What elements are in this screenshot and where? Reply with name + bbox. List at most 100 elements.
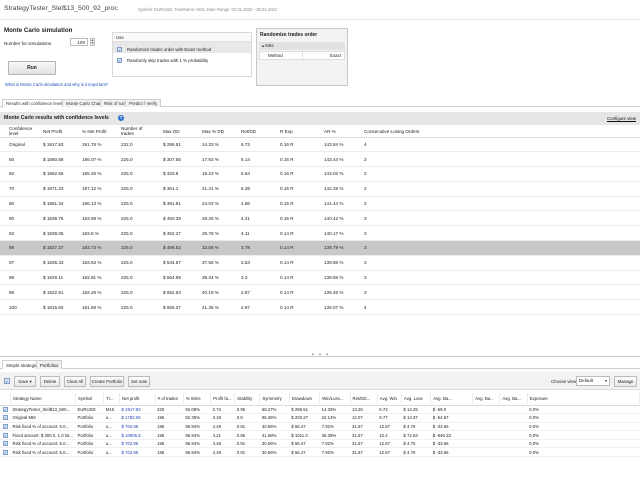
results-row[interactable]: 70 $ 1871.23 187.12 % 225.0 $ 361.1 21.31 % 6.… — [0, 181, 640, 197]
results-cell: 4 — [355, 299, 640, 316]
strategy-cell: 96.94% — [183, 430, 211, 440]
randomize-panel: Randomize trades order ▴ Misc Method Exa… — [256, 28, 348, 86]
results-row[interactable]: 97 $ 1836.33 183.63 % 225.0 $ 544.67 37.56 % 3… — [0, 255, 640, 271]
row-checkbox-cell[interactable]: ✓ — [0, 439, 11, 449]
results-cell: 140.42 % — [315, 210, 355, 227]
results-row[interactable]: 92 $ 1838.05 183.8 % 225.0 $ 462.27 29.78 % 4.… — [0, 225, 640, 242]
strategies-column-header[interactable]: Ret/DD... — [350, 393, 378, 406]
checkbox-icon[interactable]: ✓ — [117, 46, 122, 52]
results-column-header[interactable]: % Net Profit — [73, 126, 112, 138]
checkbox-icon[interactable]: ✓ — [3, 406, 8, 412]
results-column-header[interactable]: Consecutive Losing Orders — [355, 126, 640, 138]
row-checkbox-cell[interactable]: ✓ — [0, 413, 11, 423]
results-column-header[interactable]: Max % DD — [193, 126, 232, 138]
strategies-column-header[interactable]: Symmetry — [259, 393, 290, 406]
results-column-header[interactable]: Net Profit — [34, 126, 73, 138]
strategies-column-header[interactable]: Ti... — [103, 393, 120, 406]
strategies-column-header[interactable]: Net profit — [119, 393, 156, 406]
strategies-column-header[interactable]: Strategy Name — [10, 393, 76, 406]
num-simulations-input[interactable]: 100 — [70, 38, 88, 46]
strategy-row[interactable]: ✓ Risk fixed % of account: 5.0... Portfoli… — [0, 422, 640, 432]
checkbox-icon[interactable]: ✓ — [3, 423, 8, 429]
tab-predict-verify[interactable]: Predict / Verify — [125, 99, 162, 107]
num-simulations-spinner[interactable]: ▲ ▼ — [90, 38, 95, 46]
strategy-cell: 196 — [155, 422, 184, 432]
results-cell: $ 1822.91 — [34, 284, 73, 301]
strategies-column-header[interactable]: Avg. Ba... — [499, 393, 528, 406]
strategy-cell: 41.68% — [259, 430, 290, 440]
strategy-row[interactable]: ✓ Original MM Portfolio u... $ 1782.06 196 92.… — [0, 413, 640, 423]
choose-view-select[interactable]: Default ▾ — [576, 376, 610, 386]
property-value[interactable]: Exact — [330, 52, 341, 60]
option-skip-trades[interactable]: ✓ Randomly skip trades with 1 % probabil… — [113, 53, 251, 64]
strategies-column-header[interactable]: Avg. Ba... — [472, 393, 501, 406]
manage-button[interactable]: Manage — [614, 376, 637, 387]
results-cell: 0.14 R — [271, 299, 315, 316]
strategies-column-header[interactable]: % Wins — [183, 393, 212, 406]
delete-button[interactable]: Delete — [40, 376, 60, 387]
strategy-row[interactable]: ✓ Risk fixed % of account: 5.0... Portfoli… — [0, 447, 640, 458]
results-table: Confidence level Net Profit% Net Profit Nu… — [0, 126, 640, 316]
strategy-row[interactable]: ✓ Risk fixed % of account: 5.0... Portfoli… — [0, 439, 640, 449]
checkbox-icon[interactable]: ✓ — [3, 441, 8, 447]
results-header-row: Confidence level Net Profit% Net Profit Nu… — [0, 126, 640, 138]
results-row[interactable]: 100 $ 1815.83 181.58 % 225.0 $ 656.27 41.35 %… — [0, 299, 640, 316]
option-randomize-trades[interactable]: ✓ Randomize trades order with Exact meth… — [113, 42, 251, 53]
results-column-header[interactable]: Max DD — [154, 126, 193, 138]
results-row[interactable]: 80 $ 1861.34 186.13 % 225.0 $ 391.91 24.03 % 4… — [0, 196, 640, 212]
results-row[interactable]: 99 $ 1822.91 182.29 % 225.0 $ 652.63 40.19 % 2… — [0, 284, 640, 301]
results-row[interactable]: 50 $ 1860.68 186.07 % 225.0 $ 307.56 17.93 % 6… — [0, 151, 640, 168]
strategies-column-header[interactable]: # of trades — [155, 393, 184, 406]
checkbox-icon[interactable]: ✓ — [3, 432, 8, 438]
set-note-button[interactable]: Set note — [128, 376, 150, 387]
row-checkbox-cell[interactable]: ✓ — [0, 430, 11, 440]
strategies-column-header[interactable]: Symbol — [75, 393, 105, 406]
strategies-column-header[interactable]: Stability — [234, 393, 261, 406]
strategies-column-header[interactable]: Win/Loss... — [319, 393, 351, 406]
results-cell: $ 1861.34 — [34, 196, 73, 212]
tab-portfolios[interactable]: Portfolios — [36, 360, 63, 369]
strategy-row[interactable]: ✓ Fixed amount: $ 300.0, 1.0 lot... Portfo… — [0, 430, 640, 440]
results-row[interactable]: 95 $ 1837.27 183.73 % 225.0 $ 496.52 33.58 % 3… — [0, 240, 640, 256]
strategies-column-header[interactable]: Exposure — [527, 393, 640, 406]
strategies-column-header[interactable]: Drawdown — [289, 393, 321, 406]
results-cell: $ 1838.05 — [34, 225, 73, 242]
strategies-column-header[interactable]: Profit fa... — [210, 393, 236, 406]
row-checkbox-cell[interactable]: ✓ — [0, 447, 11, 458]
monte-carlo-help-link[interactable]: What is Monte Carlo simulation and why i… — [5, 82, 108, 87]
row-checkbox-cell[interactable]: ✓ — [0, 422, 11, 432]
results-cell: 17.93 % — [193, 151, 232, 168]
checkbox-icon[interactable]: ✓ — [3, 449, 8, 455]
select-all-checkbox[interactable]: ✓ — [4, 378, 10, 384]
strategies-column-header[interactable] — [0, 393, 11, 406]
results-row[interactable]: 90 $ 1839.76 183.98 % 225.0 $ 450.38 28.26 % 4… — [0, 210, 640, 227]
results-cell: 187.12 % — [73, 181, 112, 197]
checkbox-icon[interactable]: ✓ — [117, 57, 122, 63]
strategies-column-header[interactable]: Avg. Win — [377, 393, 402, 406]
results-column-header[interactable]: Ret/DD — [232, 126, 271, 138]
row-checkbox-cell[interactable]: ✓ — [0, 405, 11, 415]
save-button[interactable]: Save ▾ — [14, 376, 36, 387]
results-column-header[interactable]: Confidence level — [0, 126, 34, 138]
results-column-header[interactable]: AR % — [315, 126, 355, 138]
strategy-row[interactable]: ✓ StrategyTester_Slel$13_500... EURUSD M15 $… — [0, 405, 640, 415]
results-row[interactable]: 98 $ 1829.11 182.91 % 225.0 $ 564.99 38.34 % 3… — [0, 270, 640, 286]
info-icon[interactable]: ? — [118, 115, 124, 121]
run-button[interactable]: Run — [8, 61, 56, 75]
property-row-method[interactable]: Method Exact — [259, 51, 345, 60]
clear-all-button[interactable]: Clear All — [64, 376, 86, 387]
results-column-header[interactable]: R Exp — [271, 126, 315, 138]
results-row[interactable]: Original $ 1917.83 191.78 % 232.0 $ 286.51 14… — [0, 137, 640, 153]
property-group-misc[interactable]: ▴ Misc — [259, 42, 345, 50]
create-portfolio-button[interactable]: Create Portfolio — [90, 376, 124, 387]
tab-confidence-levels[interactable]: Results with confidence levels — [2, 99, 69, 108]
results-column-header[interactable]: Number of trades — [112, 126, 154, 138]
strategy-cell: $ -646.33 — [430, 430, 473, 440]
configure-view-link[interactable]: Configure view — [607, 116, 636, 121]
checkbox-icon[interactable]: ✓ — [3, 415, 8, 421]
strategies-column-header[interactable]: Avg. Ba... — [430, 393, 474, 406]
results-cell: 3 — [355, 210, 640, 227]
strategies-column-header[interactable]: Avg. Loss — [401, 393, 432, 406]
results-row[interactable]: 60 $ 1852.55 185.25 % 225.0 $ 333.8 19.23 % 6.… — [0, 166, 640, 182]
results-cell: 0.15 R — [271, 210, 315, 227]
